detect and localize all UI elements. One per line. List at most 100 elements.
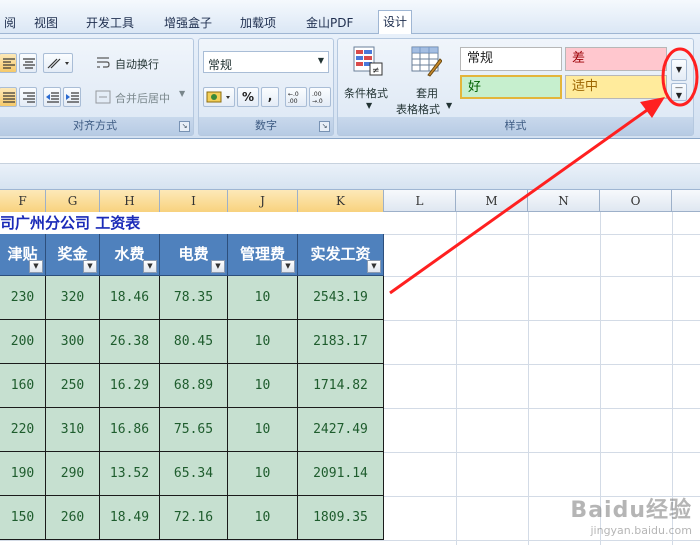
table-cell[interactable]: 72.16 xyxy=(160,496,228,540)
filter-dropdown-icon[interactable]: ▼ xyxy=(211,260,225,273)
decrease-indent-button[interactable] xyxy=(43,87,61,107)
header-cell-management[interactable]: 管理费 ▼ xyxy=(228,234,298,276)
filter-dropdown-icon[interactable]: ▼ xyxy=(83,260,97,273)
tab-1[interactable]: 阅 xyxy=(0,12,20,34)
table-cell[interactable]: 260 xyxy=(46,496,100,540)
table-cell[interactable]: 10 xyxy=(228,496,298,540)
table-cell[interactable]: 250 xyxy=(46,364,100,408)
table-cell[interactable]: 10 xyxy=(228,408,298,452)
table-cell[interactable]: 2543.19 xyxy=(298,276,384,320)
orientation-button[interactable] xyxy=(43,53,73,73)
column-header-o[interactable]: O xyxy=(600,190,672,212)
watermark-brand: Baidu经验 xyxy=(570,498,692,523)
table-cell[interactable]: 290 xyxy=(46,452,100,496)
cell-style-normal[interactable]: 常规 xyxy=(460,47,562,71)
table-cell[interactable]: 160 xyxy=(0,364,46,408)
filter-dropdown-icon[interactable]: ▼ xyxy=(281,260,295,273)
merge-center-button[interactable]: 合并后居中 ▼ xyxy=(95,87,191,107)
accounting-format-button[interactable] xyxy=(203,87,235,107)
tab-3[interactable]: 开发工具 xyxy=(82,12,138,34)
tab-5[interactable]: 加载项 xyxy=(236,12,280,34)
table-cell[interactable]: 310 xyxy=(46,408,100,452)
wrap-text-button[interactable]: 自动换行 xyxy=(95,53,191,73)
dialog-launcher-icon[interactable]: ↘ xyxy=(179,121,190,132)
column-header-g[interactable]: G xyxy=(46,190,100,212)
table-cell[interactable]: 78.35 xyxy=(160,276,228,320)
table-cell[interactable]: 220 xyxy=(0,408,46,452)
cell-style-bad[interactable]: 差 xyxy=(565,47,667,71)
table-cell[interactable]: 150 xyxy=(0,496,46,540)
conditional-format-icon: ≠ xyxy=(353,46,383,76)
decrease-decimal-button[interactable]: .00 →.0 xyxy=(309,87,331,107)
svg-text:≠: ≠ xyxy=(372,66,380,76)
align-center-button[interactable] xyxy=(19,53,37,73)
styles-more-button[interactable]: — ▼ xyxy=(671,83,687,101)
formula-bar[interactable] xyxy=(0,140,700,164)
column-header-i[interactable]: I xyxy=(160,190,228,212)
table-cell[interactable]: 10 xyxy=(228,452,298,496)
conditional-format-button[interactable]: ≠ 条件格式 ▼ xyxy=(342,43,394,119)
filter-dropdown-icon[interactable]: ▼ xyxy=(367,260,381,273)
header-cell-water[interactable]: 水费 ▼ xyxy=(100,234,160,276)
filter-dropdown-icon[interactable]: ▼ xyxy=(143,260,157,273)
column-header-k[interactable]: K xyxy=(298,190,384,212)
column-header-f[interactable]: F xyxy=(0,190,46,212)
cell-style-neutral[interactable]: 适中 xyxy=(565,75,667,99)
column-header-h[interactable]: H xyxy=(100,190,160,212)
cell-style-good[interactable]: 好 xyxy=(460,75,562,99)
table-cell[interactable]: 10 xyxy=(228,320,298,364)
table-cell[interactable]: 26.38 xyxy=(100,320,160,364)
indent-left-button[interactable] xyxy=(0,87,17,107)
table-cell[interactable]: 1714.82 xyxy=(298,364,384,408)
column-header-l[interactable]: L xyxy=(384,190,456,212)
format-as-table-button[interactable]: 套用 表格格式 ▼ xyxy=(396,43,456,119)
chevron-down-icon: ▼ xyxy=(366,101,373,110)
table-cell[interactable]: 13.52 xyxy=(100,452,160,496)
column-header-n[interactable]: N xyxy=(528,190,600,212)
table-cell[interactable]: 1809.35 xyxy=(298,496,384,540)
table-cell[interactable]: 80.45 xyxy=(160,320,228,364)
column-header-m[interactable]: M xyxy=(456,190,528,212)
table-cell[interactable]: 230 xyxy=(0,276,46,320)
align-left-button[interactable] xyxy=(0,53,17,73)
header-cell-bonus[interactable]: 奖金 ▼ xyxy=(46,234,100,276)
styles-scroll-down-button[interactable]: ▼ xyxy=(671,59,687,81)
align-right-button[interactable] xyxy=(19,87,37,107)
increase-decimal-button[interactable]: ←.0.00 xyxy=(285,87,307,107)
table-cell[interactable]: 320 xyxy=(46,276,100,320)
wrap-text-label: 自动换行 xyxy=(115,58,159,71)
table-cell[interactable]: 16.86 xyxy=(100,408,160,452)
comma-style-button[interactable]: , xyxy=(261,87,279,107)
tab-4[interactable]: 增强盒子 xyxy=(160,12,216,34)
table-cell[interactable]: 65.34 xyxy=(160,452,228,496)
table-cell[interactable]: 190 xyxy=(0,452,46,496)
tab-7[interactable]: 设计 xyxy=(378,10,413,35)
number-format-dropdown[interactable]: 常规 ▼ xyxy=(203,51,329,73)
table-cell[interactable]: 18.46 xyxy=(100,276,160,320)
header-cell-allowance[interactable]: 津贴 ▼ xyxy=(0,234,46,276)
table-cell[interactable]: 68.89 xyxy=(160,364,228,408)
table-cell[interactable]: 75.65 xyxy=(160,408,228,452)
table-cell[interactable]: 18.49 xyxy=(100,496,160,540)
table-cell[interactable]: 200 xyxy=(0,320,46,364)
decrease-indent-icon xyxy=(46,92,59,103)
header-cell-electricity[interactable]: 电费 ▼ xyxy=(160,234,228,276)
percent-button[interactable]: % xyxy=(237,87,259,107)
tab-2[interactable]: 视图 xyxy=(30,12,62,34)
table-cell[interactable]: 16.29 xyxy=(100,364,160,408)
table-cell[interactable]: 2183.17 xyxy=(298,320,384,364)
header-label: 水费 xyxy=(114,245,145,263)
table-cell[interactable]: 10 xyxy=(228,364,298,408)
tab-6[interactable]: 金山PDF xyxy=(302,12,357,34)
table-cell[interactable]: 2427.49 xyxy=(298,408,384,452)
table-cell[interactable]: 10 xyxy=(228,276,298,320)
dialog-launcher-icon[interactable]: ↘ xyxy=(319,121,330,132)
table-cell[interactable]: 2091.14 xyxy=(298,452,384,496)
header-cell-net-pay[interactable]: 实发工资 ▼ xyxy=(298,234,384,276)
header-label: 管理费 xyxy=(239,245,285,263)
column-header-j[interactable]: J xyxy=(228,190,298,212)
filter-dropdown-icon[interactable]: ▼ xyxy=(29,260,43,273)
table-cell[interactable]: 300 xyxy=(46,320,100,364)
sheet-title[interactable]: 司广州分公司 工资表 xyxy=(0,212,385,234)
increase-indent-button[interactable] xyxy=(63,87,81,107)
